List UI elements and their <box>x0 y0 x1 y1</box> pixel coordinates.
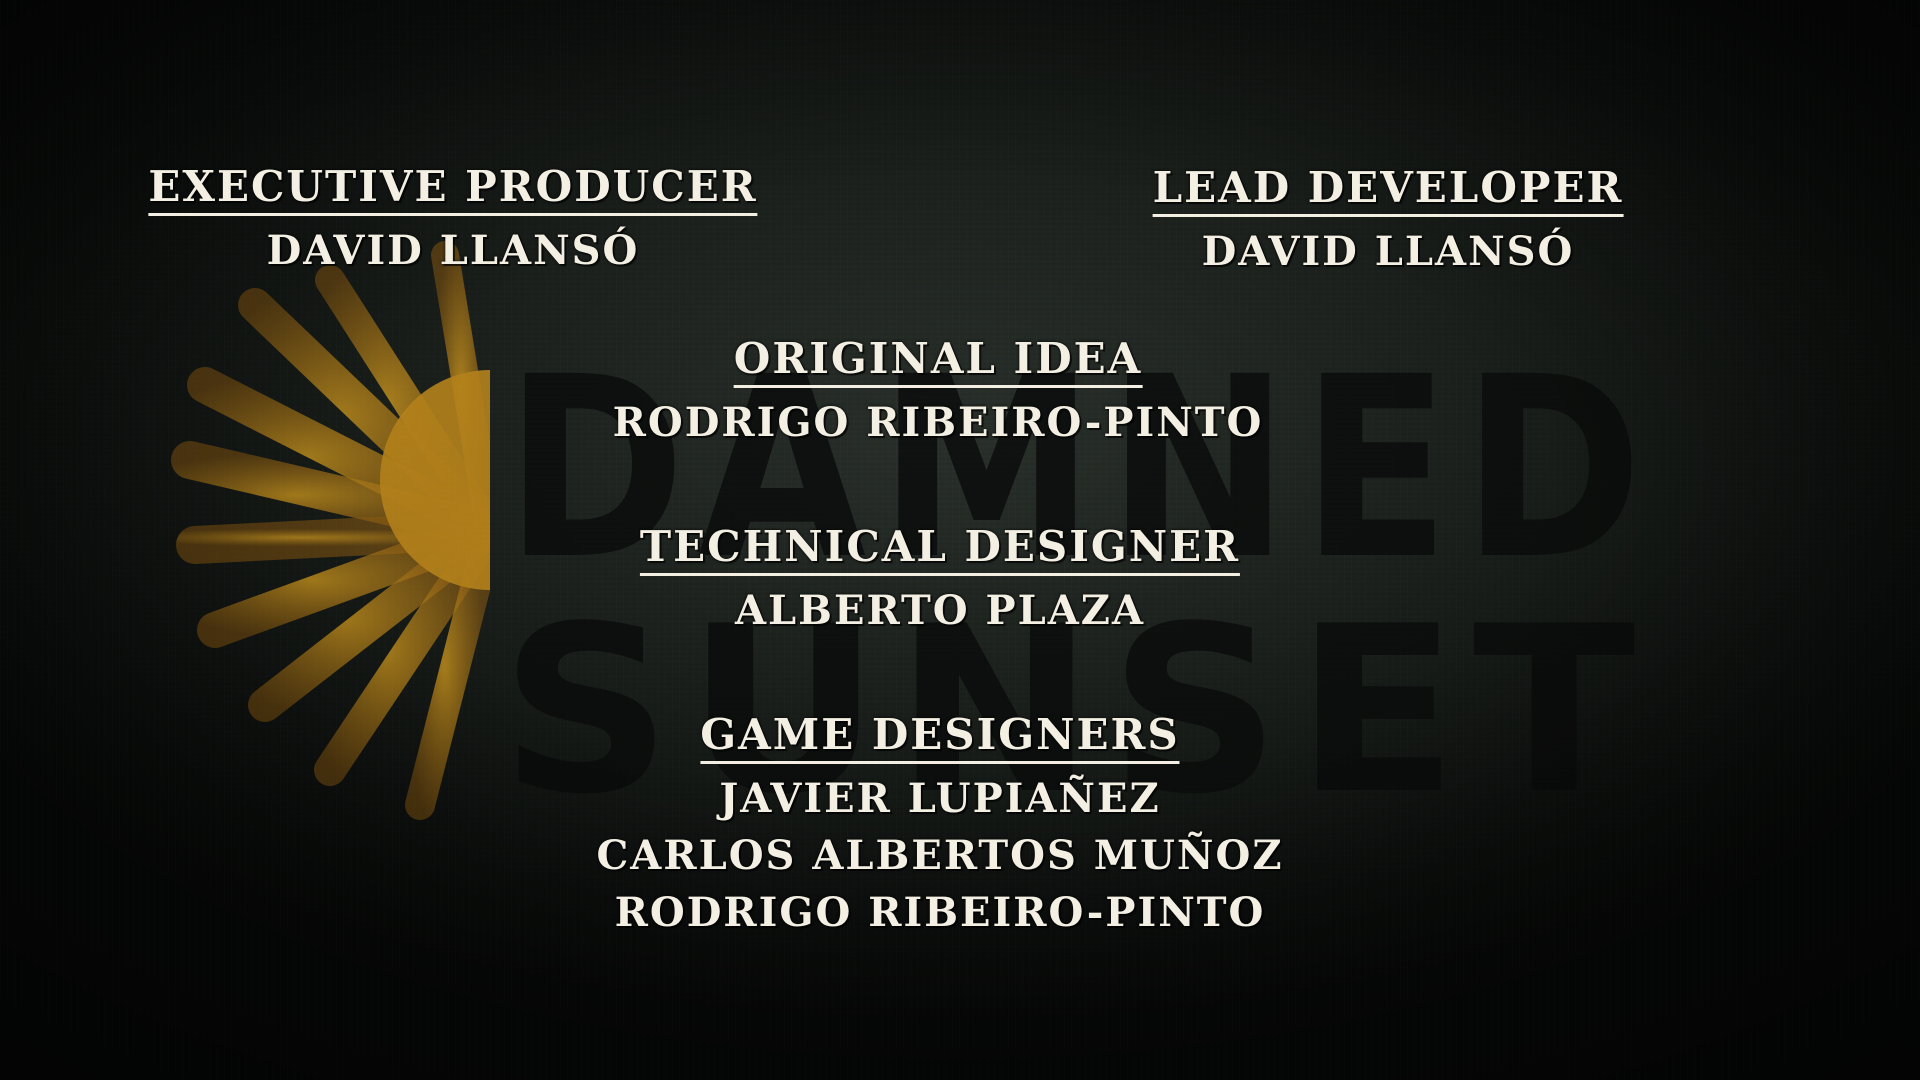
credit-original-idea: Original Idea Rodrigo Ribeiro-Pinto <box>613 335 1264 451</box>
credits-list: Executive Producer David Llansó Lead Dev… <box>0 0 1920 1080</box>
credit-role-technical-designer: Technical Designer <box>639 523 1241 576</box>
credit-name: David Llansó <box>1201 228 1575 275</box>
credit-name: David Llansó <box>266 227 640 274</box>
credit-role-original-idea: Original Idea <box>733 335 1143 388</box>
credit-name: Carlos Albertos Muñoz <box>596 832 1284 879</box>
credit-executive-producer: Executive Producer David Llansó <box>148 163 758 279</box>
credit-technical-designer: Technical Designer Alberto Plaza <box>639 523 1241 639</box>
credit-lead-developer: Lead Developer David Llansó <box>1152 164 1624 280</box>
credit-name: Alberto Plaza <box>734 587 1146 634</box>
credit-name: Rodrigo Ribeiro-Pinto <box>612 399 1264 446</box>
credit-name: Rodrigo Ribeiro-Pinto <box>614 889 1266 936</box>
credit-role-lead-developer: Lead Developer <box>1152 164 1624 217</box>
credit-name: Javier Lupiañez <box>719 775 1161 822</box>
credits-screen: DAMNED SUNSET Executive Producer David L… <box>0 0 1920 1080</box>
credit-game-designers: Game Designers Javier Lupiañez Carlos Al… <box>596 711 1283 941</box>
credit-role-executive-producer: Executive Producer <box>148 163 758 216</box>
credit-role-game-designers: Game Designers <box>700 711 1180 764</box>
